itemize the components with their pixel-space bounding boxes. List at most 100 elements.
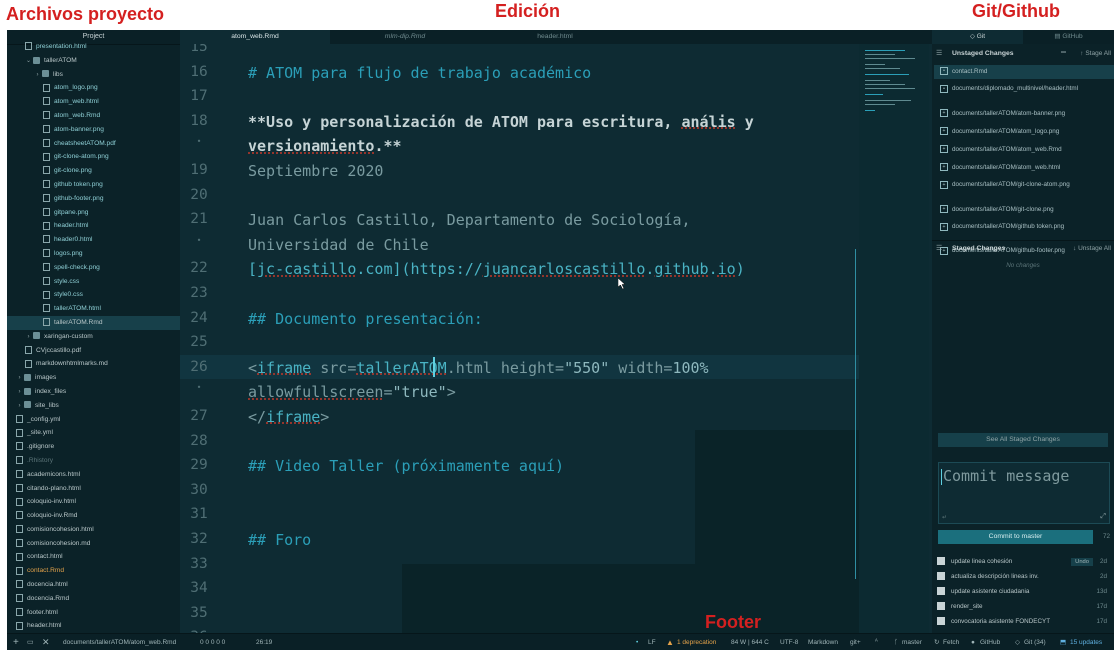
undo-button[interactable]: Undo: [1071, 558, 1093, 566]
chevron-right-icon[interactable]: ›: [25, 331, 32, 345]
tree-item[interactable]: comisioncohesion.md: [7, 537, 180, 551]
co-author-icon[interactable]: ↵: [942, 514, 947, 521]
close-icon[interactable]: ✕: [42, 634, 50, 650]
tree-item[interactable]: cheatsheetATOM.pdf: [7, 137, 180, 151]
tab-header-html[interactable]: header.html: [480, 30, 630, 44]
chevron-down-icon[interactable]: ⌄: [25, 55, 32, 69]
tree-item[interactable]: › xaringan-custom: [7, 330, 180, 344]
git-plus-label[interactable]: git+: [850, 634, 861, 650]
tree-item[interactable]: header.html: [7, 619, 180, 633]
commit-item[interactable]: convocatoria asistente FONDECYT 17d: [937, 615, 1109, 629]
tree-item[interactable]: gitpane.png: [7, 206, 180, 220]
tree-item[interactable]: .Rhistory: [7, 454, 180, 468]
tree-item[interactable]: footer.html: [7, 606, 180, 620]
tree-item[interactable]: spell-check.png: [7, 261, 180, 275]
tree-item[interactable]: style.css: [7, 275, 180, 289]
tab-atom-web-rmd[interactable]: atom_web.Rmd: [180, 30, 330, 44]
grammar-selector[interactable]: Markdown: [808, 634, 838, 650]
commit-item[interactable]: render_site 17d: [937, 600, 1109, 614]
commit-item[interactable]: update linea cohesión Undo 2d: [937, 555, 1109, 569]
tree-item[interactable]: git-clone.png: [7, 164, 180, 178]
chevron-right-icon[interactable]: ›: [34, 69, 41, 83]
tree-item[interactable]: github-footer.png: [7, 192, 180, 206]
file-icon: [25, 359, 32, 368]
file-encoding[interactable]: UTF-8: [780, 634, 798, 650]
tree-item[interactable]: tallerATOM.html: [7, 302, 180, 316]
linter-counts[interactable]: 0 0 0 0 0: [200, 634, 225, 650]
minimap[interactable]: [859, 44, 929, 633]
deprecation-count[interactable]: 1 deprecation: [677, 634, 716, 650]
tab-git[interactable]: ◇ Git: [932, 30, 1023, 44]
line-number: •: [196, 235, 202, 245]
tree-item[interactable]: _config.yml: [7, 413, 180, 427]
tree-item[interactable]: contact.html: [7, 550, 180, 564]
line-number: 35: [190, 604, 208, 621]
unstaged-file[interactable]: + documents/tallerATOM/git-clone.png: [940, 203, 1110, 217]
tree-item[interactable]: › images: [7, 371, 180, 385]
tree-item[interactable]: logos.png: [7, 247, 180, 261]
add-icon[interactable]: +: [13, 634, 19, 650]
tree-item[interactable]: git-clone-atom.png: [7, 150, 180, 164]
tree-item[interactable]: ⌄ tallerATOM: [7, 54, 180, 68]
unstaged-file[interactable]: + documents/tallerATOM/atom-banner.png: [940, 107, 1110, 121]
unstage-all-button[interactable]: ↓ Unstage All: [1073, 245, 1111, 252]
tree-item[interactable]: .gitignore: [7, 440, 180, 454]
tree-item[interactable]: academicons.html: [7, 468, 180, 482]
commit-message-box[interactable]: Commit message ↵ ⤢: [938, 462, 1110, 524]
line-ending[interactable]: LF: [648, 634, 656, 650]
commit-button[interactable]: Commit to master: [938, 530, 1093, 544]
unstaged-file[interactable]: + documents/tallerATOM/atom_web.Rmd: [940, 143, 1110, 157]
chevron-right-icon[interactable]: ›: [16, 400, 23, 414]
terminal-icon[interactable]: ▭: [27, 634, 34, 650]
commit-item[interactable]: update asistente ciudadania 13d: [937, 585, 1109, 599]
unstaged-file[interactable]: • contact.Rmd: [934, 65, 1114, 79]
tree-item[interactable]: atom_logo.png: [7, 81, 180, 95]
tree-item[interactable]: atom_web.html: [7, 95, 180, 109]
git-button[interactable]: Git (34): [1024, 634, 1046, 650]
tab-github[interactable]: ▤ GitHub: [1023, 30, 1114, 44]
unstaged-file[interactable]: • documents/diplomado_multinivel/header.h…: [940, 83, 1110, 103]
view-toggle-icon[interactable]: ═: [1061, 49, 1066, 56]
text-editor[interactable]: 15 16 # ATOM para flujo de trabajo académi…: [180, 44, 932, 633]
unstaged-file[interactable]: + documents/tallerATOM/atom_logo.png: [940, 125, 1110, 139]
tree-item[interactable]: contact.Rmd: [7, 564, 180, 578]
github-button[interactable]: GitHub: [980, 634, 1000, 650]
tree-item[interactable]: header0.html: [7, 233, 180, 247]
tree-item[interactable]: citando-plano.html: [7, 482, 180, 496]
tree-item[interactable]: atom_web.Rmd: [7, 109, 180, 123]
word-count[interactable]: 84 W | 644 C: [731, 634, 769, 650]
tree-item[interactable]: style0.css: [7, 288, 180, 302]
tree-item[interactable]: › site_libs: [7, 399, 180, 413]
fetch-button[interactable]: Fetch: [943, 634, 959, 650]
tree-item[interactable]: CVjccastillo.pdf: [7, 344, 180, 358]
tree-item[interactable]: _site.yml: [7, 426, 180, 440]
unstaged-file[interactable]: + documents/tallerATOM/git-clone-atom.png: [940, 179, 1110, 199]
updates-button[interactable]: 15 updates: [1070, 634, 1102, 650]
tree-item[interactable]: comisioncohesion.html: [7, 523, 180, 537]
file-path[interactable]: documents/tallerATOM/atom_web.Rmd: [63, 634, 176, 650]
tree-item[interactable]: coloquio-inv.html: [7, 495, 180, 509]
tree-item[interactable]: coloquio-inv.Rmd: [7, 509, 180, 523]
spell-check-icon[interactable]: ᴬ: [875, 634, 878, 650]
tree-item[interactable]: › libs: [7, 68, 180, 82]
tree-item[interactable]: presentation.html: [7, 40, 180, 54]
tree-item[interactable]: markdownhtmlmarks.md: [7, 357, 180, 371]
tree-item[interactable]: github token.png: [7, 178, 180, 192]
branch-name[interactable]: master: [902, 634, 922, 650]
unstaged-file[interactable]: + documents/tallerATOM/atom_web.html: [940, 161, 1110, 175]
chevron-right-icon[interactable]: ›: [16, 372, 23, 386]
tree-item[interactable]: › index_files: [7, 385, 180, 399]
commit-item[interactable]: actualiza descripción lineas inv. 2d: [937, 570, 1109, 584]
see-all-staged-button[interactable]: See All Staged Changes: [938, 433, 1108, 447]
tree-item[interactable]: atom-banner.png: [7, 123, 180, 137]
tab-mlm-dip-rmd[interactable]: mlm-dip.Rmd: [330, 30, 480, 44]
expand-editor-icon[interactable]: ⤢: [1100, 513, 1106, 521]
stage-all-button[interactable]: ↑ Stage All: [1080, 50, 1111, 57]
tree-item[interactable]: docencia.html: [7, 578, 180, 592]
tree-item[interactable]: docencia.Rmd: [7, 592, 180, 606]
cursor-position[interactable]: 26:19: [256, 634, 272, 650]
unstaged-file[interactable]: + documents/tallerATOM/github token.png: [940, 221, 1110, 241]
chevron-right-icon[interactable]: ›: [16, 386, 23, 400]
tree-item[interactable]: header.html: [7, 219, 180, 233]
tree-item[interactable]: tallerATOM.Rmd: [7, 315, 180, 330]
